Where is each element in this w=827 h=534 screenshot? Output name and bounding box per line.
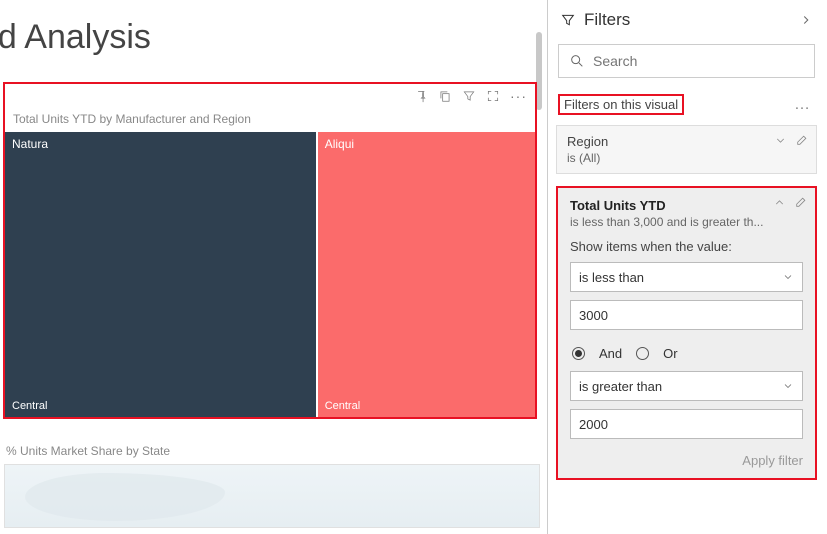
page-title: end Analysis (0, 0, 545, 65)
pin-icon[interactable] (414, 89, 428, 103)
filters-section-header: Filters on this visual … (548, 88, 825, 121)
section-label: Filters on this visual (558, 94, 684, 115)
map-visual-title: % Units Market Share by State (6, 444, 170, 458)
filters-title: Filters (584, 10, 791, 30)
filters-header: Filters (548, 0, 825, 40)
chevron-right-icon[interactable] (799, 13, 813, 27)
radio-or[interactable] (636, 347, 649, 360)
radio-and[interactable] (572, 347, 585, 360)
logic-operator-row: And Or (572, 346, 803, 361)
value-input-2[interactable] (570, 409, 803, 439)
chevron-up-icon[interactable] (773, 196, 786, 209)
cell-region-label: Central (12, 400, 47, 412)
visual-title: Total Units YTD by Manufacturer and Regi… (5, 108, 535, 132)
chevron-down-icon (782, 380, 794, 392)
map-visual[interactable] (4, 464, 540, 528)
value-input-1[interactable] (570, 300, 803, 330)
section-more-icon[interactable]: … (790, 96, 815, 114)
treemap-cell-aliqui[interactable]: Aliqui Central (318, 132, 535, 417)
funnel-icon (560, 12, 576, 28)
operator-value: is greater than (579, 379, 662, 394)
more-options-icon[interactable]: ··· (510, 88, 527, 104)
cell-region-label: Central (325, 400, 360, 412)
filters-search[interactable] (558, 44, 815, 78)
treemap-body[interactable]: Natura Central Aliqui Central (5, 132, 535, 417)
filter-desc: is (All) (567, 151, 806, 165)
radio-and-label: And (599, 346, 622, 361)
focus-mode-icon[interactable] (486, 89, 500, 103)
chevron-down-icon (782, 271, 794, 283)
cell-manufacturer-label: Aliqui (325, 137, 354, 151)
apply-filter-button[interactable]: Apply filter (570, 453, 803, 468)
operator-value: is less than (579, 270, 644, 285)
treemap-visual[interactable]: ··· Total Units YTD by Manufacturer and … (3, 82, 537, 419)
visual-toolbar: ··· (5, 84, 535, 108)
filter-icon[interactable] (462, 89, 476, 103)
copy-icon[interactable] (438, 89, 452, 103)
operator-select-2[interactable]: is greater than (570, 371, 803, 401)
treemap-cell-natura[interactable]: Natura Central (5, 132, 318, 417)
filter-card-region[interactable]: Region is (All) (556, 125, 817, 174)
chevron-down-icon[interactable] (774, 134, 787, 147)
cell-manufacturer-label: Natura (12, 137, 48, 151)
filter-card-total-units[interactable]: Total Units YTD is less than 3,000 and i… (556, 186, 817, 480)
operator-select-1[interactable]: is less than (570, 262, 803, 292)
radio-or-label: Or (663, 346, 677, 361)
eraser-icon[interactable] (795, 134, 808, 147)
filter-desc: is less than 3,000 and is greater th... (570, 215, 803, 229)
filter-title: Region (567, 134, 806, 149)
filters-pane: Filters Filters on this visual … Region … (547, 0, 825, 534)
eraser-icon[interactable] (794, 196, 807, 209)
filter-title: Total Units YTD (570, 198, 803, 213)
search-icon (569, 53, 585, 69)
show-items-label: Show items when the value: (570, 239, 803, 254)
search-input[interactable] (593, 53, 804, 69)
